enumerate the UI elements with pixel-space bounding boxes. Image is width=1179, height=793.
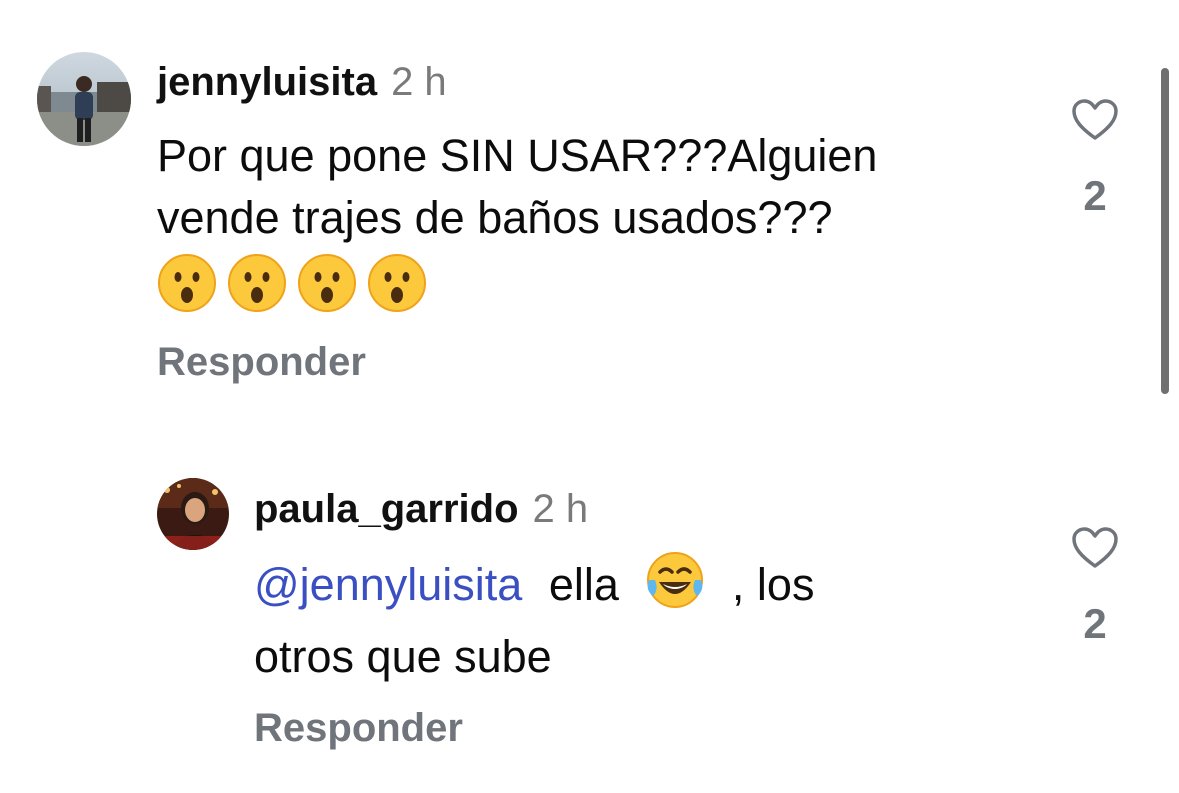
avatar-photo bbox=[37, 52, 131, 146]
like-count: 2 bbox=[1083, 600, 1107, 647]
astonished-face-emoji bbox=[227, 253, 287, 329]
comment-text-line: Por que pone SIN USAR???Alguien bbox=[157, 130, 878, 181]
comment-text-part: , los bbox=[731, 559, 815, 610]
astonished-face-emoji bbox=[367, 253, 427, 329]
comment-text-part: ella bbox=[548, 559, 619, 610]
face-with-tears-of-joy-emoji bbox=[645, 550, 705, 626]
scrollbar[interactable] bbox=[1161, 68, 1169, 394]
comment-text-line: otros que sube bbox=[254, 631, 552, 682]
heart-outline-icon[interactable] bbox=[1071, 98, 1119, 142]
username[interactable]: jennyluisita bbox=[157, 60, 377, 104]
username[interactable]: paula_garrido bbox=[254, 487, 519, 531]
emoji-row bbox=[157, 253, 1037, 317]
comment-text: Por que pone SIN USAR???Alguien vende tr… bbox=[157, 125, 1037, 317]
astonished-face-emoji bbox=[157, 253, 217, 329]
comment-meta: paula_garrido 2 h bbox=[254, 489, 588, 529]
reply-button[interactable]: Responder bbox=[157, 340, 366, 385]
like-button[interactable]: 2 bbox=[1065, 526, 1125, 648]
astonished-face-emoji bbox=[297, 253, 357, 329]
avatar[interactable] bbox=[157, 478, 229, 550]
like-count: 2 bbox=[1083, 172, 1107, 219]
comment-text: @jennyluisita ella , los otros que sube bbox=[254, 550, 1034, 688]
comment-text-line: @jennyluisita ella , los bbox=[254, 550, 1034, 626]
timestamp: 2 h bbox=[391, 60, 447, 104]
reply-button[interactable]: Responder bbox=[254, 706, 463, 751]
comment-text-line: vende trajes de baños usados??? bbox=[157, 192, 833, 243]
timestamp: 2 h bbox=[532, 487, 589, 531]
avatar[interactable] bbox=[37, 52, 131, 146]
avatar-photo bbox=[157, 478, 229, 550]
like-button[interactable]: 2 bbox=[1065, 98, 1125, 220]
mention-link[interactable]: @jennyluisita bbox=[254, 559, 522, 610]
heart-outline-icon[interactable] bbox=[1071, 526, 1119, 570]
comment-meta: jennyluisita 2 h bbox=[157, 62, 447, 102]
